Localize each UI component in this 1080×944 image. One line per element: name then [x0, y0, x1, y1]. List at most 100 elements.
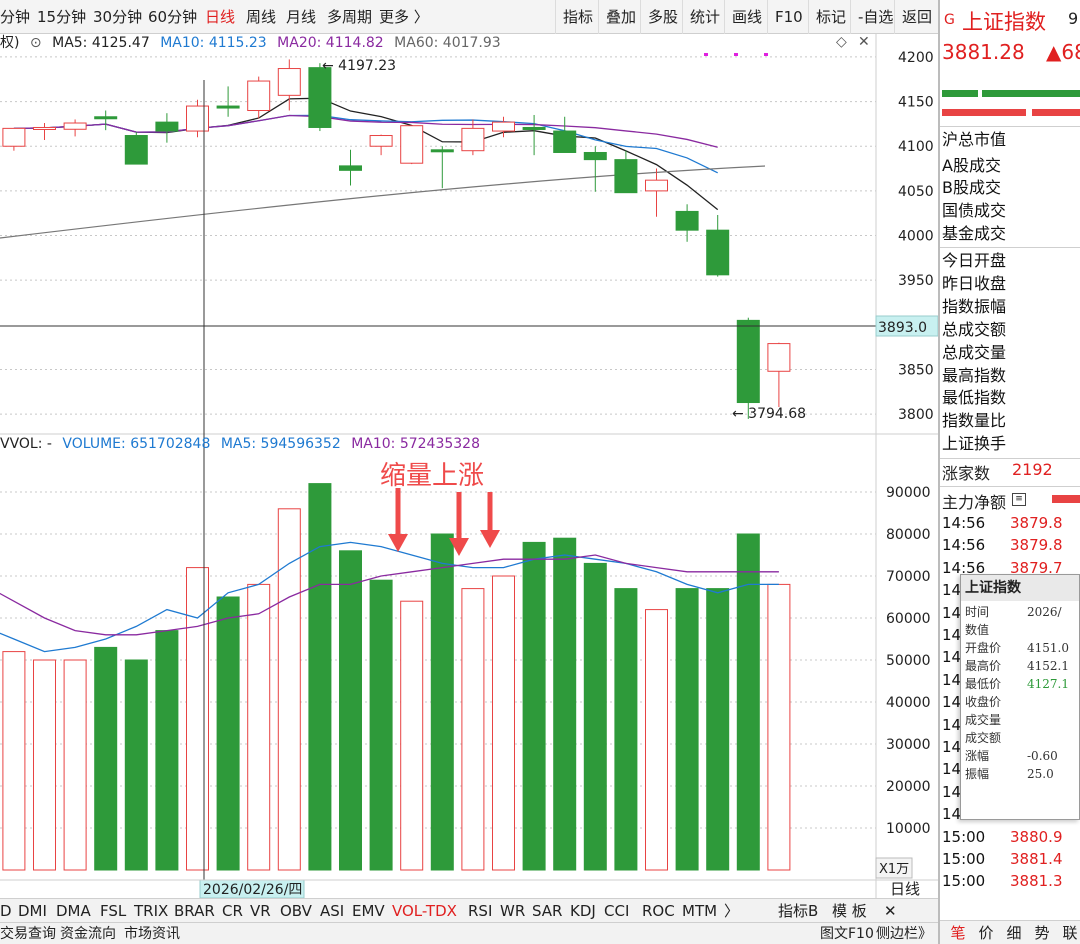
volume-bar [583, 562, 607, 871]
side-tab-0[interactable]: 笔 [944, 921, 972, 944]
volume-bar [492, 575, 515, 871]
annotation-text: 缩量上涨 [380, 461, 484, 491]
overlay-button[interactable]: 叠加 [598, 0, 636, 34]
indicator-tab-21[interactable]: 模 板 [832, 899, 867, 923]
trade-query-link[interactable]: 交易查询 [0, 923, 56, 944]
tick-row: 14:56 3879.8 [940, 512, 1080, 534]
indicator-tab-14[interactable]: SAR [532, 899, 562, 923]
tick-time: 14 [942, 603, 962, 622]
period-30min[interactable]: 30分钟 [93, 0, 142, 34]
sidebar-toggle-link[interactable]: 侧边栏》 [876, 923, 932, 944]
indicator-tab-6[interactable]: CR [222, 899, 243, 923]
popup-key: 开盘价 [965, 641, 1002, 655]
kline-chart[interactable]: 4200 4150 4100 4050 4000 3950 3850 3800 90000 800… [0, 34, 938, 898]
net-flow-menu-icon[interactable]: ≡ [1012, 493, 1026, 506]
popup-row: 收盘价 [961, 693, 1080, 711]
f10-text-link[interactable]: 图文F10 [820, 923, 874, 944]
indicator-tab-13[interactable]: WR [500, 899, 525, 923]
volume-bar [124, 659, 148, 871]
index-price: 3881.28 [942, 40, 1025, 64]
indicator-tab-12[interactable]: RSI [468, 899, 492, 923]
popup-value: 4152.1 [1027, 659, 1069, 673]
indicator-tab-5[interactable]: BRAR [174, 899, 215, 923]
side-tab-4[interactable]: 联 [1056, 921, 1080, 944]
volume-bar [614, 588, 638, 871]
side-header: G 上证指数 9 [940, 0, 1080, 38]
tick-row: 15:00 3880.9 [940, 826, 1080, 848]
indicator-tab-11[interactable]: VOL-TDX [392, 899, 457, 923]
stock-chart-app: 分钟 15分钟 30分钟 60分钟 日线 周线 月线 多周期 更多 〉 指标 叠… [0, 0, 1080, 944]
legend-toggle-icon[interactable]: ⊙ [30, 35, 42, 51]
volume-tick-label: 60000 [886, 611, 931, 627]
candle-body [522, 126, 546, 130]
indicator-tab-4[interactable]: TRIX [134, 899, 168, 923]
candle-body [492, 121, 515, 132]
period-monthly[interactable]: 月线 [286, 0, 316, 34]
index-name: 上证指数 [962, 10, 1046, 34]
indicator-tab-10[interactable]: EMV [352, 899, 385, 923]
legend-ma5: MA5: 4125.47 [52, 35, 150, 51]
multi-stock-button[interactable]: 多股 [640, 0, 678, 34]
volume-bar [339, 550, 362, 871]
indicator-tab-19[interactable]: 〉 [724, 899, 739, 923]
f10-button[interactable]: F10 [767, 0, 803, 34]
tick-time: 14 [942, 782, 962, 801]
popup-row: 最低价 4127.1 [961, 675, 1080, 693]
indicator-tab-2[interactable]: DMA [56, 899, 91, 923]
indicator-tab-9[interactable]: ASI [320, 899, 344, 923]
tick-price: 3880.9 [1010, 827, 1063, 846]
period-minute[interactable]: 分钟 [0, 0, 30, 34]
period-multi[interactable]: 多周期 [327, 0, 372, 34]
ma-legend: 权) ⊙ MA5: 4125.47 MA10: 4115.23 MA20: 41… [0, 32, 507, 51]
candle-body [2, 127, 26, 147]
indicator-tab-22[interactable]: ✕ [884, 899, 897, 923]
popup-key: 最低价 [965, 677, 1002, 691]
draw-line-button[interactable]: 画线 [724, 0, 762, 34]
period-weekly[interactable]: 周线 [246, 0, 276, 34]
indicator-tab-20[interactable]: 指标B [778, 899, 818, 923]
volume-bar [216, 596, 240, 871]
net-flow-label: 主力净额 [942, 493, 1007, 512]
vol-legend-volume: VOLUME: 651702848 [62, 436, 211, 452]
indicator-tab-18[interactable]: MTM [682, 899, 717, 923]
volume-bar [706, 588, 730, 871]
side-tab-3[interactable]: 势 [1028, 921, 1056, 944]
tick-time: 14 [942, 715, 962, 734]
indicator-button[interactable]: 指标 [555, 0, 593, 34]
indicator-tab-7[interactable]: VR [250, 899, 271, 923]
mark-button[interactable]: 标记 [808, 0, 846, 34]
market-news-link[interactable]: 市场资讯 [124, 923, 180, 944]
vol-legend-ma10: MA10: 572435328 [351, 436, 480, 452]
tick-time: 14 [942, 626, 962, 644]
low-label: ← 3794.68 [732, 406, 806, 422]
volume-tick-label: 40000 [886, 695, 931, 711]
indicator-tab-1[interactable]: DMI [18, 899, 47, 923]
period-daily[interactable]: 日线 [205, 0, 235, 34]
crosshair-date-label: 2026/02/26/四 [203, 882, 302, 898]
indicator-tab-16[interactable]: CCI [604, 899, 629, 923]
side-tab-2[interactable]: 细 [1000, 921, 1028, 944]
capital-flow-link[interactable]: 资金流向 [60, 923, 116, 944]
tick-price: 3879.8 [1010, 536, 1063, 555]
candle-body [339, 165, 362, 171]
side-tab-1[interactable]: 价 [972, 921, 1000, 944]
side-stat-2: B股成交 [942, 178, 1001, 197]
popup-key: 收盘价 [965, 695, 1002, 709]
period-more[interactable]: 更多 〉 [379, 0, 429, 34]
high-label: ← 4197.23 [322, 58, 396, 74]
indicator-tab-0[interactable]: D [0, 899, 12, 923]
candle-body [430, 149, 454, 153]
period-60min[interactable]: 60分钟 [148, 0, 197, 34]
indicator-tab-3[interactable]: FSL [100, 899, 126, 923]
popup-value: 4127.1 [1027, 677, 1069, 691]
self-select-button[interactable]: -自选 [850, 0, 893, 34]
tick-time: 15:00 [942, 827, 986, 846]
indicator-tab-8[interactable]: OBV [280, 899, 312, 923]
indicator-tab-15[interactable]: KDJ [570, 899, 596, 923]
stats-button[interactable]: 统计 [682, 0, 720, 34]
indicator-tab-17[interactable]: ROC [642, 899, 675, 923]
back-button[interactable]: 返回 [894, 0, 932, 34]
volume-bar [155, 630, 179, 871]
period-15min[interactable]: 15分钟 [37, 0, 86, 34]
tick-time: 14 [942, 738, 962, 756]
